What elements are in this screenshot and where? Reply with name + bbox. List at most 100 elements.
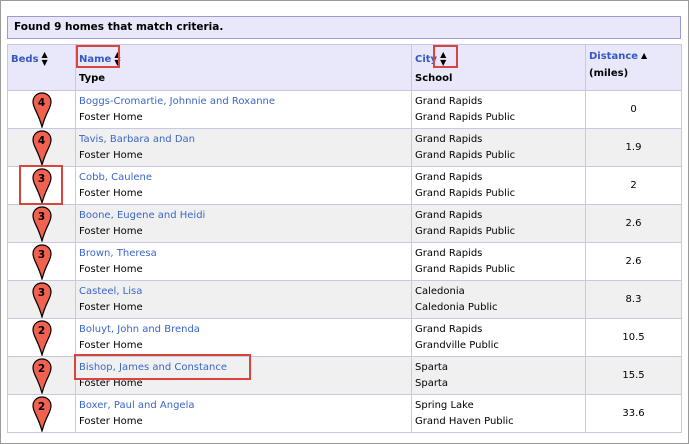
sort-ascending-icon[interactable]: ▲ xyxy=(641,52,647,60)
home-name-link[interactable]: Cobb, Caulene xyxy=(79,170,408,186)
home-type: Foster Home xyxy=(79,339,143,351)
map-pin-icon[interactable]: 3 xyxy=(31,281,52,318)
home-school: Sparta xyxy=(415,377,448,389)
beds-cell: 3 xyxy=(7,166,76,205)
home-city: Grand Rapids xyxy=(415,133,483,145)
city-cell: Grand Rapids Grand Rapids Public xyxy=(411,90,586,129)
name-cell: Boggs-Cromartie, Johnnie and Roxanne Fos… xyxy=(75,90,412,129)
table-row: 3 Boone, Eugene and Heidi Foster Home Gr… xyxy=(7,204,682,243)
home-school: Grand Haven Public xyxy=(415,415,514,427)
beds-count: 2 xyxy=(37,324,46,337)
home-school: Grand Rapids Public xyxy=(415,111,516,123)
map-pin-icon[interactable]: 2 xyxy=(31,319,52,356)
home-type: Foster Home xyxy=(79,149,143,161)
home-city: Grand Rapids xyxy=(415,171,483,183)
beds-cell: 4 xyxy=(7,90,76,129)
city-cell: Grand Rapids Grandville Public xyxy=(411,318,586,357)
city-cell: Grand Rapids Grand Rapids Public xyxy=(411,242,586,281)
distance-cell: 8.3 xyxy=(585,280,682,319)
home-city: Grand Rapids xyxy=(415,323,483,335)
distance-cell: 0 xyxy=(585,90,682,129)
table-row: 2 Boxer, Paul and Angela Foster Home Spr… xyxy=(7,394,682,433)
home-name-link[interactable]: Tavis, Barbara and Dan xyxy=(79,132,408,148)
beds-cell: 3 xyxy=(7,204,76,243)
home-name-link[interactable]: Bishop, James and Constance xyxy=(79,360,408,376)
distance-cell: 10.5 xyxy=(585,318,682,357)
results-table: Beds ▲ ▼ Name ▲ ▼ Type City ▲ ▼ School Distanc… xyxy=(7,44,682,433)
home-school: Grand Rapids Public xyxy=(415,225,516,237)
map-pin-icon[interactable]: 4 xyxy=(31,129,52,166)
home-type: Foster Home xyxy=(79,301,143,313)
city-cell: Grand Rapids Grand Rapids Public xyxy=(411,166,586,205)
home-city: Spring Lake xyxy=(415,399,474,411)
distance-cell: 2.6 xyxy=(585,204,682,243)
home-type: Foster Home xyxy=(79,187,143,199)
home-school: Caledonia Public xyxy=(415,301,498,313)
beds-cell: 3 xyxy=(7,280,76,319)
distance-cell: 2 xyxy=(585,166,682,205)
sort-by-beds-link[interactable]: Beds xyxy=(11,54,39,65)
table-row: 2 Boluyt, John and Brenda Foster Home Gr… xyxy=(7,318,682,357)
sort-by-name-link[interactable]: Name xyxy=(79,54,111,65)
sort-both-icon[interactable]: ▲ ▼ xyxy=(440,51,446,67)
home-school: Grand Rapids Public xyxy=(415,149,516,161)
table-row: 4 Tavis, Barbara and Dan Foster Home Gra… xyxy=(7,128,682,167)
beds-count: 3 xyxy=(37,248,46,261)
name-cell: Cobb, Caulene Foster Home xyxy=(75,166,412,205)
beds-count: 4 xyxy=(37,134,46,147)
table-row: 3 Cobb, Caulene Foster Home Grand Rapids… xyxy=(7,166,682,205)
name-cell: Boxer, Paul and Angela Foster Home xyxy=(75,394,412,433)
home-type: Foster Home xyxy=(79,225,143,237)
results-banner: Found 9 homes that match criteria. xyxy=(7,16,681,39)
type-header-label: Type xyxy=(79,73,106,84)
home-name-link[interactable]: Boggs-Cromartie, Johnnie and Roxanne xyxy=(79,94,408,110)
beds-count: 2 xyxy=(37,362,46,375)
home-name-link[interactable]: Boluyt, John and Brenda xyxy=(79,322,408,338)
sort-by-city-link[interactable]: City xyxy=(415,54,437,65)
home-name-link[interactable]: Casteel, Lisa xyxy=(79,284,408,300)
home-city: Grand Rapids xyxy=(415,247,483,259)
city-cell: Grand Rapids Grand Rapids Public xyxy=(411,128,586,167)
city-header: City ▲ ▼ School xyxy=(411,44,586,91)
table-row: 3 Brown, Theresa Foster Home Grand Rapid… xyxy=(7,242,682,281)
sort-both-icon[interactable]: ▲ ▼ xyxy=(42,51,48,67)
map-pin-icon[interactable]: 3 xyxy=(31,205,52,242)
table-row: 2 Bishop, James and Constance Foster Hom… xyxy=(7,356,682,395)
home-name-link[interactable]: Brown, Theresa xyxy=(79,246,408,262)
map-pin-icon[interactable]: 3 xyxy=(31,243,52,280)
home-type: Foster Home xyxy=(79,111,143,123)
home-city: Sparta xyxy=(415,361,448,373)
beds-header: Beds ▲ ▼ xyxy=(7,44,76,91)
city-cell: Sparta Sparta xyxy=(411,356,586,395)
home-name-link[interactable]: Boxer, Paul and Angela xyxy=(79,398,408,414)
school-header-label: School xyxy=(415,73,453,84)
home-type: Foster Home xyxy=(79,415,143,427)
name-cell: Tavis, Barbara and Dan Foster Home xyxy=(75,128,412,167)
home-school: Grand Rapids Public xyxy=(415,187,516,199)
home-school: Grandville Public xyxy=(415,339,499,351)
beds-count: 2 xyxy=(37,400,46,413)
home-school: Grand Rapids Public xyxy=(415,263,516,275)
home-city: Caledonia xyxy=(415,285,465,297)
beds-count: 3 xyxy=(37,172,46,185)
beds-cell: 4 xyxy=(7,128,76,167)
name-cell: Boone, Eugene and Heidi Foster Home xyxy=(75,204,412,243)
table-row: 3 Casteel, Lisa Foster Home Caledonia Ca… xyxy=(7,280,682,319)
home-name-link[interactable]: Boone, Eugene and Heidi xyxy=(79,208,408,224)
beds-cell: 3 xyxy=(7,242,76,281)
sort-by-distance-link[interactable]: Distance xyxy=(589,51,638,62)
distance-cell: 15.5 xyxy=(585,356,682,395)
distance-cell: 1.9 xyxy=(585,128,682,167)
map-pin-icon[interactable]: 3 xyxy=(31,167,52,204)
sort-both-icon[interactable]: ▲ ▼ xyxy=(114,51,120,67)
home-city: Grand Rapids xyxy=(415,209,483,221)
map-pin-icon[interactable]: 2 xyxy=(31,395,52,432)
name-cell: Boluyt, John and Brenda Foster Home xyxy=(75,318,412,357)
map-pin-icon[interactable]: 4 xyxy=(31,91,52,128)
home-city: Grand Rapids xyxy=(415,95,483,107)
beds-cell: 2 xyxy=(7,318,76,357)
map-pin-icon[interactable]: 2 xyxy=(31,357,52,394)
city-cell: Caledonia Caledonia Public xyxy=(411,280,586,319)
name-cell: Casteel, Lisa Foster Home xyxy=(75,280,412,319)
distance-cell: 33.6 xyxy=(585,394,682,433)
